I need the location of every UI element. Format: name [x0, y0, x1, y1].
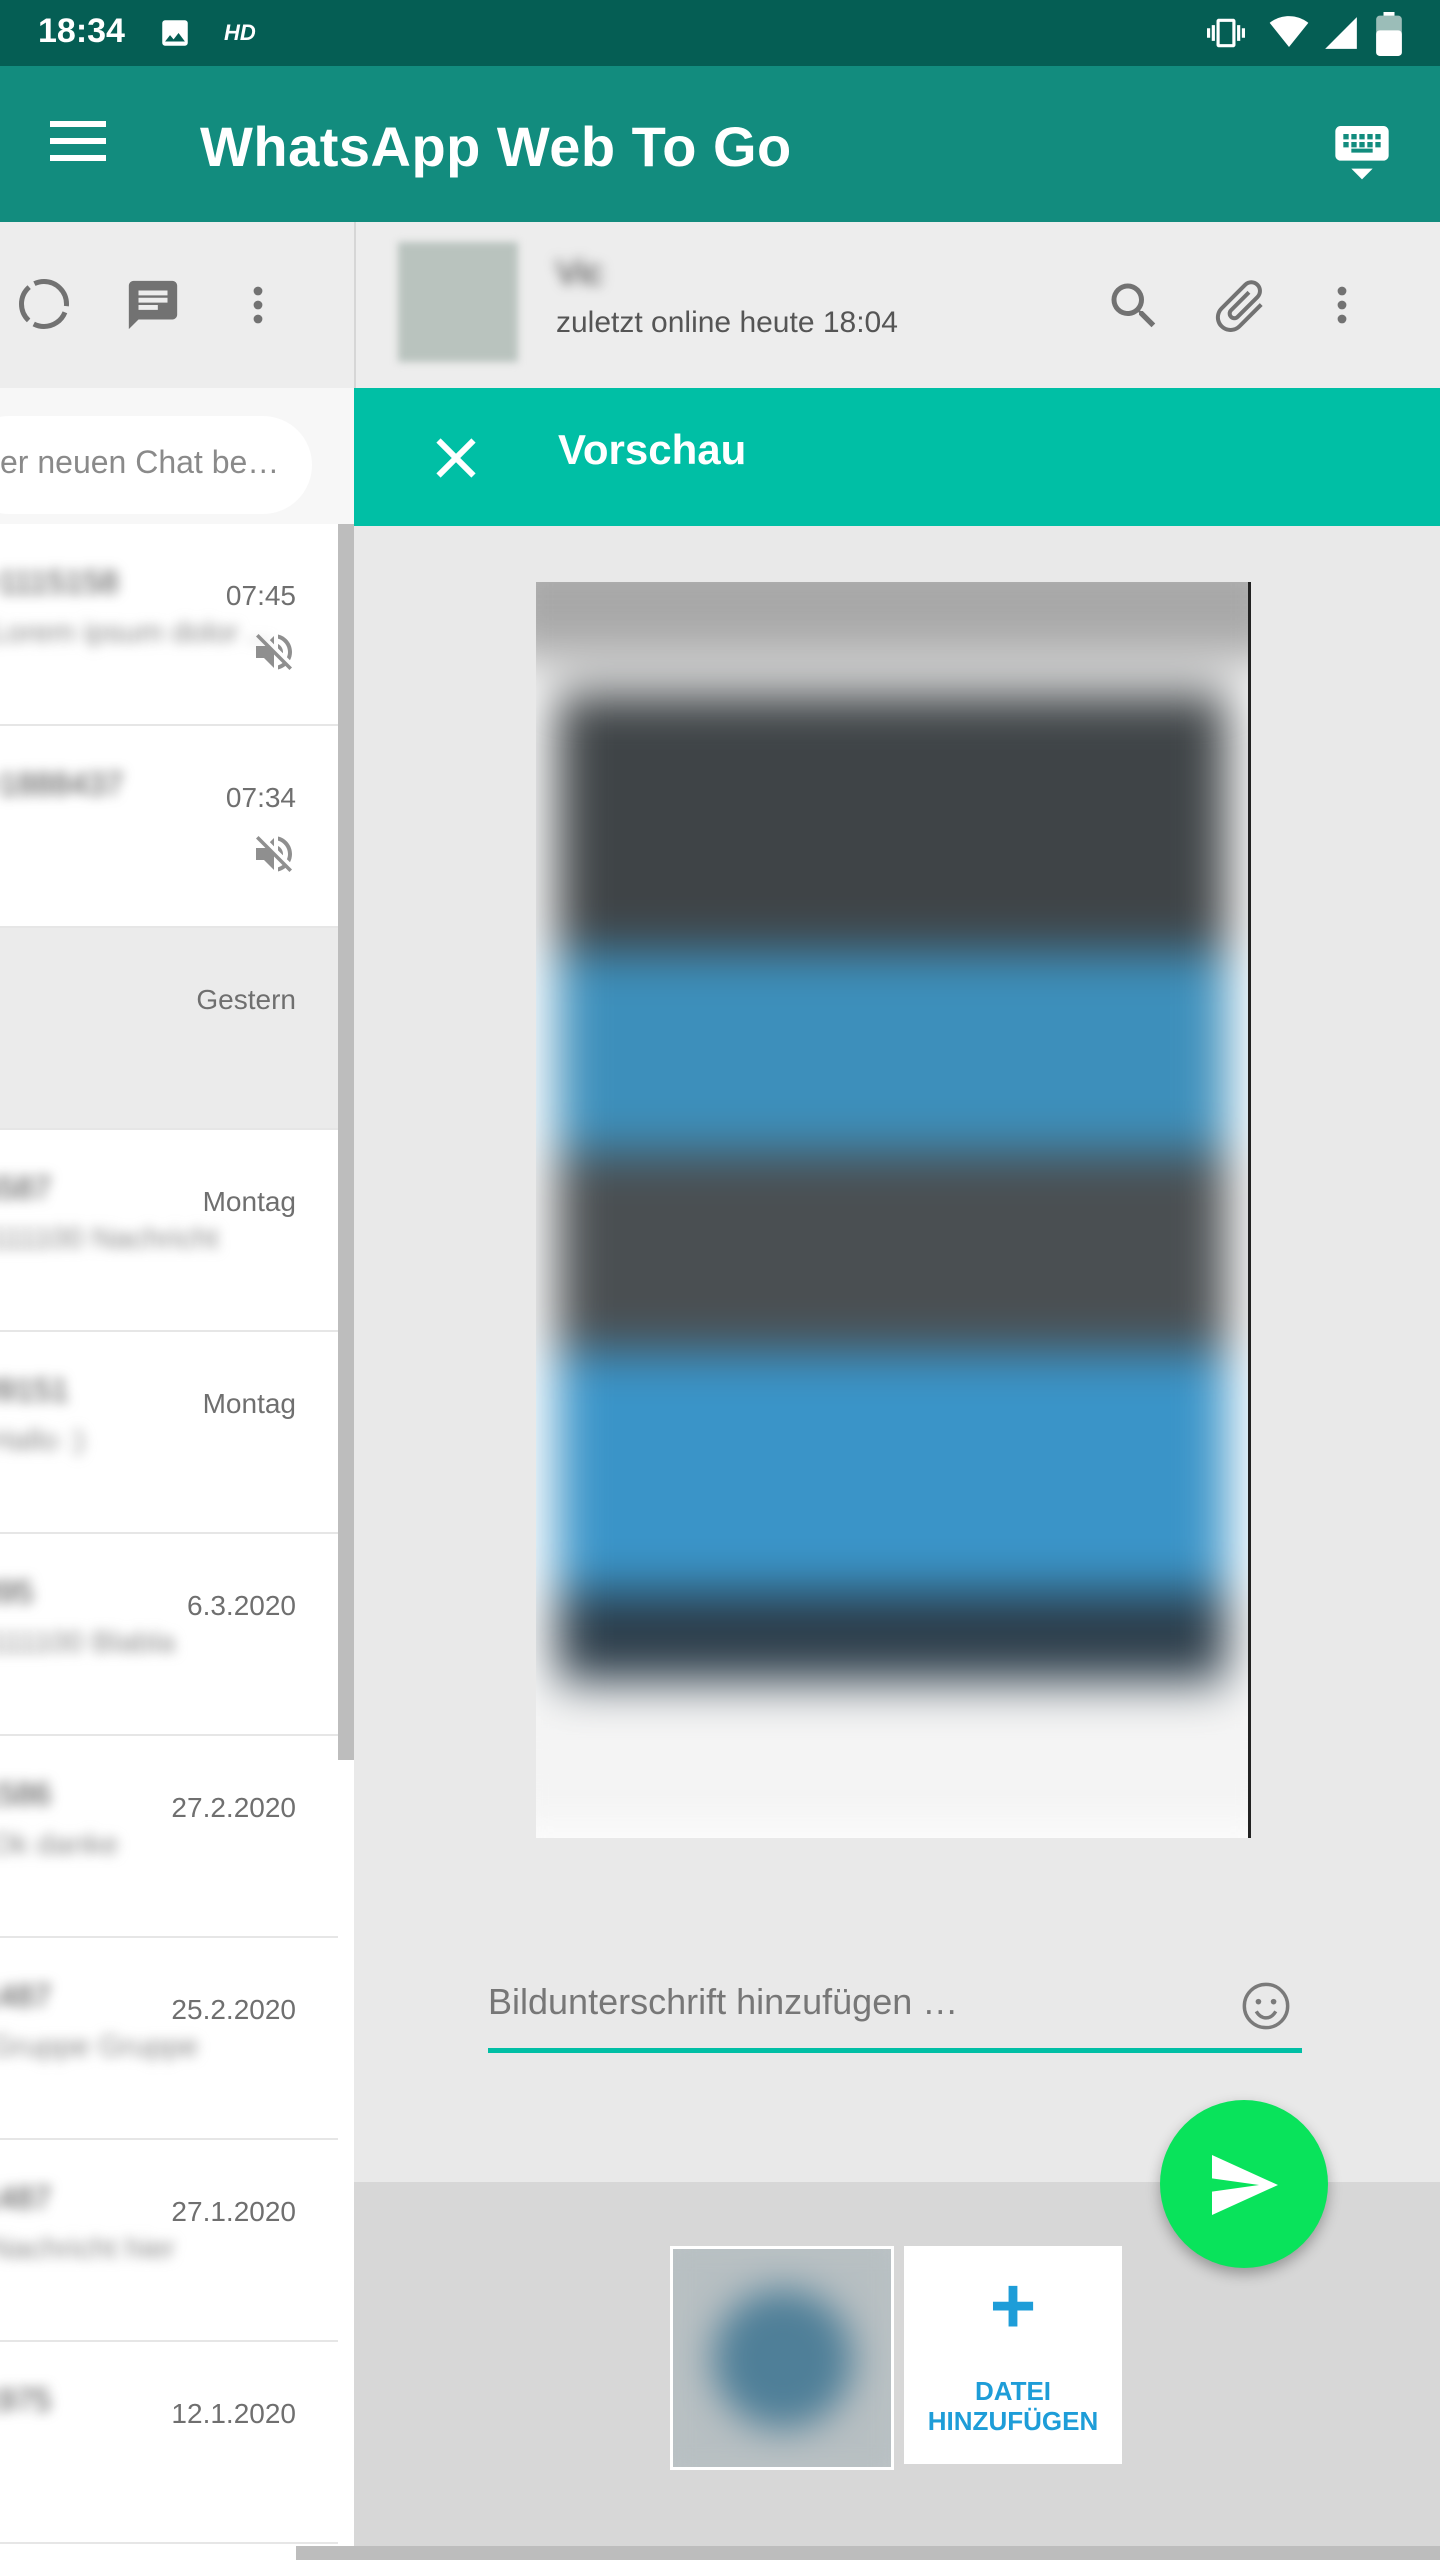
add-file-button[interactable]: + DATEI HINZUFÜGEN — [904, 2246, 1122, 2464]
preview-image — [536, 582, 1251, 1838]
status-icon[interactable] — [14, 274, 74, 334]
status-bar: 18:34 HD — [0, 0, 1440, 66]
chat-list-scrollbar[interactable] — [338, 524, 354, 1760]
contact-name[interactable]: Vic — [556, 254, 603, 293]
chat-name: +1888437 — [0, 766, 124, 802]
vibrate-icon — [1207, 18, 1245, 48]
attachment-thumbnail[interactable] — [670, 2246, 894, 2470]
chat-row-active[interactable]: Gestern — [0, 928, 338, 1130]
chat-row[interactable]: 1487 Nachricht hier 27.1.2020 — [0, 2140, 338, 2342]
chat-time: 25.2.2020 — [171, 1994, 296, 2025]
chat-preview: Hallo :) — [0, 1424, 86, 1457]
chat-name: 1487 — [0, 1978, 52, 2014]
chat-name: 1487 — [0, 2180, 52, 2216]
preview-title: Vorschau — [558, 426, 747, 473]
muted-icon — [256, 634, 293, 670]
chat-time: Gestern — [196, 984, 296, 1015]
chat-row[interactable]: 1487 Gruppe Gruppe 25.2.2020 — [0, 1938, 338, 2140]
plus-icon: + — [989, 2261, 1037, 2350]
image-icon — [162, 20, 188, 46]
chat-preview: 111100 Nachricht — [0, 1222, 219, 1255]
chat-name: 1586 — [0, 1776, 52, 1812]
menu-icon[interactable] — [46, 116, 110, 166]
attach-icon[interactable] — [1208, 274, 1272, 338]
chat-time: 27.2.2020 — [171, 1792, 296, 1823]
close-icon[interactable] — [426, 428, 486, 488]
app-title: WhatsApp Web To Go — [200, 115, 792, 178]
app-bar: WhatsApp Web To Go — [0, 66, 1440, 222]
chat-time: 12.1.2020 — [171, 2398, 296, 2429]
caption-field — [488, 1962, 1302, 2053]
emoji-icon[interactable] — [1240, 1980, 1292, 2032]
hd-indicator: HD — [224, 20, 256, 45]
contact-avatar[interactable] — [398, 242, 518, 362]
contact-last-seen: zuletzt online heute 18:04 — [556, 306, 898, 339]
status-time: 18:34 — [38, 12, 125, 50]
chat-time: 07:45 — [225, 580, 296, 611]
chat-row[interactable]: 1586 Ok danke 27.2.2020 — [0, 1736, 338, 1938]
chat-preview: Nachricht hier — [0, 2232, 176, 2265]
preview-area — [354, 526, 1440, 2182]
chat-list: +1115158 Lorem ipsum dolor ... 07:45 +18… — [0, 524, 338, 2544]
send-button[interactable] — [1160, 2100, 1328, 2268]
battery-icon — [1376, 12, 1402, 56]
search-bar: er neuen Chat be… — [0, 388, 354, 524]
chat-preview: Gruppe Gruppe — [0, 2030, 199, 2063]
chat-row[interactable]: 09151 Hallo :) Montag — [0, 1332, 338, 1534]
chat-preview: Ok danke — [0, 1828, 119, 1861]
search-input[interactable]: er neuen Chat be… — [0, 416, 312, 514]
chat-row[interactable]: +1115158 Lorem ipsum dolor ... 07:45 — [0, 524, 338, 726]
chat-name: 5587 — [0, 1170, 52, 1206]
more-options-icon[interactable] — [1318, 276, 1366, 334]
signal-icon — [1325, 17, 1357, 49]
new-chat-icon[interactable] — [124, 276, 182, 334]
chat-name: 09151 — [0, 1372, 69, 1408]
muted-icon — [256, 836, 293, 872]
chat-time: Montag — [202, 1186, 296, 1217]
chat-row[interactable]: +1888437 07:34 — [0, 726, 338, 928]
keyboard-icon[interactable] — [1330, 118, 1394, 182]
chat-name: 895 — [0, 1574, 34, 1610]
chat-list-panel: er neuen Chat be… +1115158 Lorem ipsum d… — [0, 222, 354, 2560]
wifi-icon — [1269, 16, 1309, 47]
chat-time: 27.1.2020 — [171, 2196, 296, 2227]
add-file-label: DATEI HINZUFÜGEN — [927, 2376, 1099, 2436]
send-icon — [1212, 2155, 1278, 2215]
chat-name: 1975 — [0, 2382, 52, 2418]
search-placeholder: er neuen Chat be… — [0, 444, 280, 480]
preview-bar: Vorschau — [354, 388, 1440, 526]
conversation-header: Vic zuletzt online heute 18:04 — [354, 222, 1440, 388]
chat-time: Montag — [202, 1388, 296, 1419]
more-options-icon[interactable] — [234, 276, 282, 334]
caption-input[interactable] — [488, 1962, 1208, 2042]
chat-row[interactable]: 1975 12.1.2020 — [0, 2342, 338, 2544]
search-icon[interactable] — [1104, 276, 1164, 336]
chat-preview: Lorem ipsum dolor ... — [0, 616, 272, 649]
chat-time: 6.3.2020 — [187, 1590, 296, 1621]
chat-time: 07:34 — [225, 782, 296, 813]
chat-row[interactable]: 895 111100 Blabla 6.3.2020 — [0, 1534, 338, 1736]
chat-name: +1115158 — [0, 564, 119, 600]
chat-list-header — [0, 222, 354, 389]
chat-preview: 111100 Blabla — [0, 1626, 176, 1659]
chat-row[interactable]: 5587 111100 Nachricht Montag — [0, 1130, 338, 1332]
horizontal-scrollbar[interactable] — [296, 2546, 1440, 2560]
